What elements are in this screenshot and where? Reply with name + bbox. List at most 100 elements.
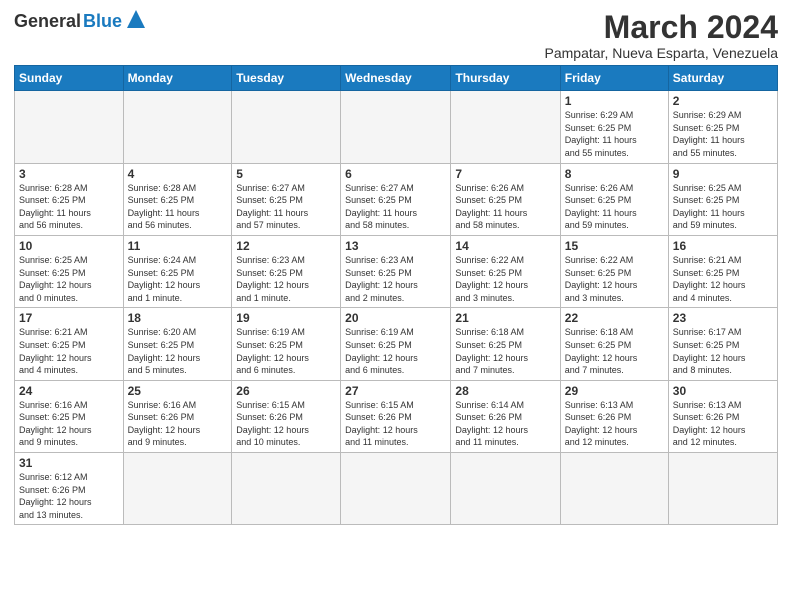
day-info: Sunrise: 6:25 AM Sunset: 6:25 PM Dayligh… <box>19 254 119 304</box>
day-number: 25 <box>128 384 228 398</box>
calendar-day-cell: 13Sunrise: 6:23 AM Sunset: 6:25 PM Dayli… <box>341 235 451 307</box>
day-number: 10 <box>19 239 119 253</box>
day-info: Sunrise: 6:23 AM Sunset: 6:25 PM Dayligh… <box>236 254 336 304</box>
month-title: March 2024 <box>545 10 778 45</box>
day-number: 7 <box>455 167 555 181</box>
location: Pampatar, Nueva Esparta, Venezuela <box>545 45 778 61</box>
day-number: 29 <box>565 384 664 398</box>
weekday-header: Monday <box>123 66 232 91</box>
calendar-day-cell <box>232 453 341 525</box>
calendar-day-cell <box>123 91 232 163</box>
day-number: 17 <box>19 311 119 325</box>
calendar-day-cell: 19Sunrise: 6:19 AM Sunset: 6:25 PM Dayli… <box>232 308 341 380</box>
calendar-day-cell: 18Sunrise: 6:20 AM Sunset: 6:25 PM Dayli… <box>123 308 232 380</box>
weekday-header: Saturday <box>668 66 777 91</box>
day-number: 16 <box>673 239 773 253</box>
calendar-header-row: SundayMondayTuesdayWednesdayThursdayFrid… <box>15 66 778 91</box>
calendar-day-cell: 23Sunrise: 6:17 AM Sunset: 6:25 PM Dayli… <box>668 308 777 380</box>
day-number: 20 <box>345 311 446 325</box>
calendar-day-cell <box>451 453 560 525</box>
logo-area: General Blue <box>14 10 145 33</box>
calendar-day-cell: 26Sunrise: 6:15 AM Sunset: 6:26 PM Dayli… <box>232 380 341 452</box>
day-number: 23 <box>673 311 773 325</box>
calendar-week-row: 3Sunrise: 6:28 AM Sunset: 6:25 PM Daylig… <box>15 163 778 235</box>
day-info: Sunrise: 6:27 AM Sunset: 6:25 PM Dayligh… <box>236 182 336 232</box>
day-info: Sunrise: 6:28 AM Sunset: 6:25 PM Dayligh… <box>19 182 119 232</box>
day-number: 4 <box>128 167 228 181</box>
logo-text-general: General <box>14 11 81 32</box>
calendar-day-cell: 28Sunrise: 6:14 AM Sunset: 6:26 PM Dayli… <box>451 380 560 452</box>
day-info: Sunrise: 6:27 AM Sunset: 6:25 PM Dayligh… <box>345 182 446 232</box>
calendar-day-cell: 5Sunrise: 6:27 AM Sunset: 6:25 PM Daylig… <box>232 163 341 235</box>
day-number: 21 <box>455 311 555 325</box>
logo: General Blue <box>14 10 145 33</box>
calendar-day-cell <box>668 453 777 525</box>
day-info: Sunrise: 6:22 AM Sunset: 6:25 PM Dayligh… <box>455 254 555 304</box>
calendar-day-cell: 3Sunrise: 6:28 AM Sunset: 6:25 PM Daylig… <box>15 163 124 235</box>
calendar-day-cell <box>15 91 124 163</box>
calendar-day-cell: 8Sunrise: 6:26 AM Sunset: 6:25 PM Daylig… <box>560 163 668 235</box>
day-number: 24 <box>19 384 119 398</box>
calendar-table: SundayMondayTuesdayWednesdayThursdayFrid… <box>14 65 778 525</box>
day-info: Sunrise: 6:12 AM Sunset: 6:26 PM Dayligh… <box>19 471 119 521</box>
weekday-header: Sunday <box>15 66 124 91</box>
day-number: 12 <box>236 239 336 253</box>
calendar-day-cell: 31Sunrise: 6:12 AM Sunset: 6:26 PM Dayli… <box>15 453 124 525</box>
day-number: 26 <box>236 384 336 398</box>
calendar-day-cell <box>341 453 451 525</box>
calendar-day-cell <box>232 91 341 163</box>
day-number: 13 <box>345 239 446 253</box>
day-number: 2 <box>673 94 773 108</box>
day-info: Sunrise: 6:19 AM Sunset: 6:25 PM Dayligh… <box>345 326 446 376</box>
day-info: Sunrise: 6:26 AM Sunset: 6:25 PM Dayligh… <box>455 182 555 232</box>
day-number: 5 <box>236 167 336 181</box>
weekday-header: Thursday <box>451 66 560 91</box>
calendar-day-cell: 2Sunrise: 6:29 AM Sunset: 6:25 PM Daylig… <box>668 91 777 163</box>
day-info: Sunrise: 6:16 AM Sunset: 6:25 PM Dayligh… <box>19 399 119 449</box>
logo-text-blue: Blue <box>83 11 122 32</box>
calendar-day-cell: 22Sunrise: 6:18 AM Sunset: 6:25 PM Dayli… <box>560 308 668 380</box>
day-number: 1 <box>565 94 664 108</box>
day-info: Sunrise: 6:26 AM Sunset: 6:25 PM Dayligh… <box>565 182 664 232</box>
weekday-header: Friday <box>560 66 668 91</box>
calendar-week-row: 24Sunrise: 6:16 AM Sunset: 6:25 PM Dayli… <box>15 380 778 452</box>
day-info: Sunrise: 6:18 AM Sunset: 6:25 PM Dayligh… <box>455 326 555 376</box>
day-number: 31 <box>19 456 119 470</box>
calendar-day-cell <box>560 453 668 525</box>
day-info: Sunrise: 6:18 AM Sunset: 6:25 PM Dayligh… <box>565 326 664 376</box>
calendar-day-cell: 21Sunrise: 6:18 AM Sunset: 6:25 PM Dayli… <box>451 308 560 380</box>
day-number: 3 <box>19 167 119 181</box>
day-number: 15 <box>565 239 664 253</box>
day-info: Sunrise: 6:24 AM Sunset: 6:25 PM Dayligh… <box>128 254 228 304</box>
day-info: Sunrise: 6:23 AM Sunset: 6:25 PM Dayligh… <box>345 254 446 304</box>
calendar-day-cell <box>341 91 451 163</box>
day-number: 30 <box>673 384 773 398</box>
calendar-day-cell: 10Sunrise: 6:25 AM Sunset: 6:25 PM Dayli… <box>15 235 124 307</box>
day-info: Sunrise: 6:19 AM Sunset: 6:25 PM Dayligh… <box>236 326 336 376</box>
day-number: 8 <box>565 167 664 181</box>
calendar-day-cell <box>123 453 232 525</box>
day-number: 28 <box>455 384 555 398</box>
day-info: Sunrise: 6:29 AM Sunset: 6:25 PM Dayligh… <box>673 109 773 159</box>
calendar-day-cell <box>451 91 560 163</box>
day-info: Sunrise: 6:25 AM Sunset: 6:25 PM Dayligh… <box>673 182 773 232</box>
day-info: Sunrise: 6:14 AM Sunset: 6:26 PM Dayligh… <box>455 399 555 449</box>
weekday-header: Tuesday <box>232 66 341 91</box>
calendar-day-cell: 7Sunrise: 6:26 AM Sunset: 6:25 PM Daylig… <box>451 163 560 235</box>
calendar-day-cell: 4Sunrise: 6:28 AM Sunset: 6:25 PM Daylig… <box>123 163 232 235</box>
day-number: 18 <box>128 311 228 325</box>
calendar-day-cell: 25Sunrise: 6:16 AM Sunset: 6:26 PM Dayli… <box>123 380 232 452</box>
day-info: Sunrise: 6:29 AM Sunset: 6:25 PM Dayligh… <box>565 109 664 159</box>
weekday-header: Wednesday <box>341 66 451 91</box>
calendar-day-cell: 30Sunrise: 6:13 AM Sunset: 6:26 PM Dayli… <box>668 380 777 452</box>
calendar-day-cell: 9Sunrise: 6:25 AM Sunset: 6:25 PM Daylig… <box>668 163 777 235</box>
calendar-week-row: 10Sunrise: 6:25 AM Sunset: 6:25 PM Dayli… <box>15 235 778 307</box>
day-number: 6 <box>345 167 446 181</box>
day-number: 14 <box>455 239 555 253</box>
title-area: March 2024 Pampatar, Nueva Esparta, Vene… <box>545 10 778 61</box>
calendar-day-cell: 14Sunrise: 6:22 AM Sunset: 6:25 PM Dayli… <box>451 235 560 307</box>
calendar-day-cell: 17Sunrise: 6:21 AM Sunset: 6:25 PM Dayli… <box>15 308 124 380</box>
calendar-day-cell: 6Sunrise: 6:27 AM Sunset: 6:25 PM Daylig… <box>341 163 451 235</box>
day-info: Sunrise: 6:22 AM Sunset: 6:25 PM Dayligh… <box>565 254 664 304</box>
day-info: Sunrise: 6:21 AM Sunset: 6:25 PM Dayligh… <box>19 326 119 376</box>
